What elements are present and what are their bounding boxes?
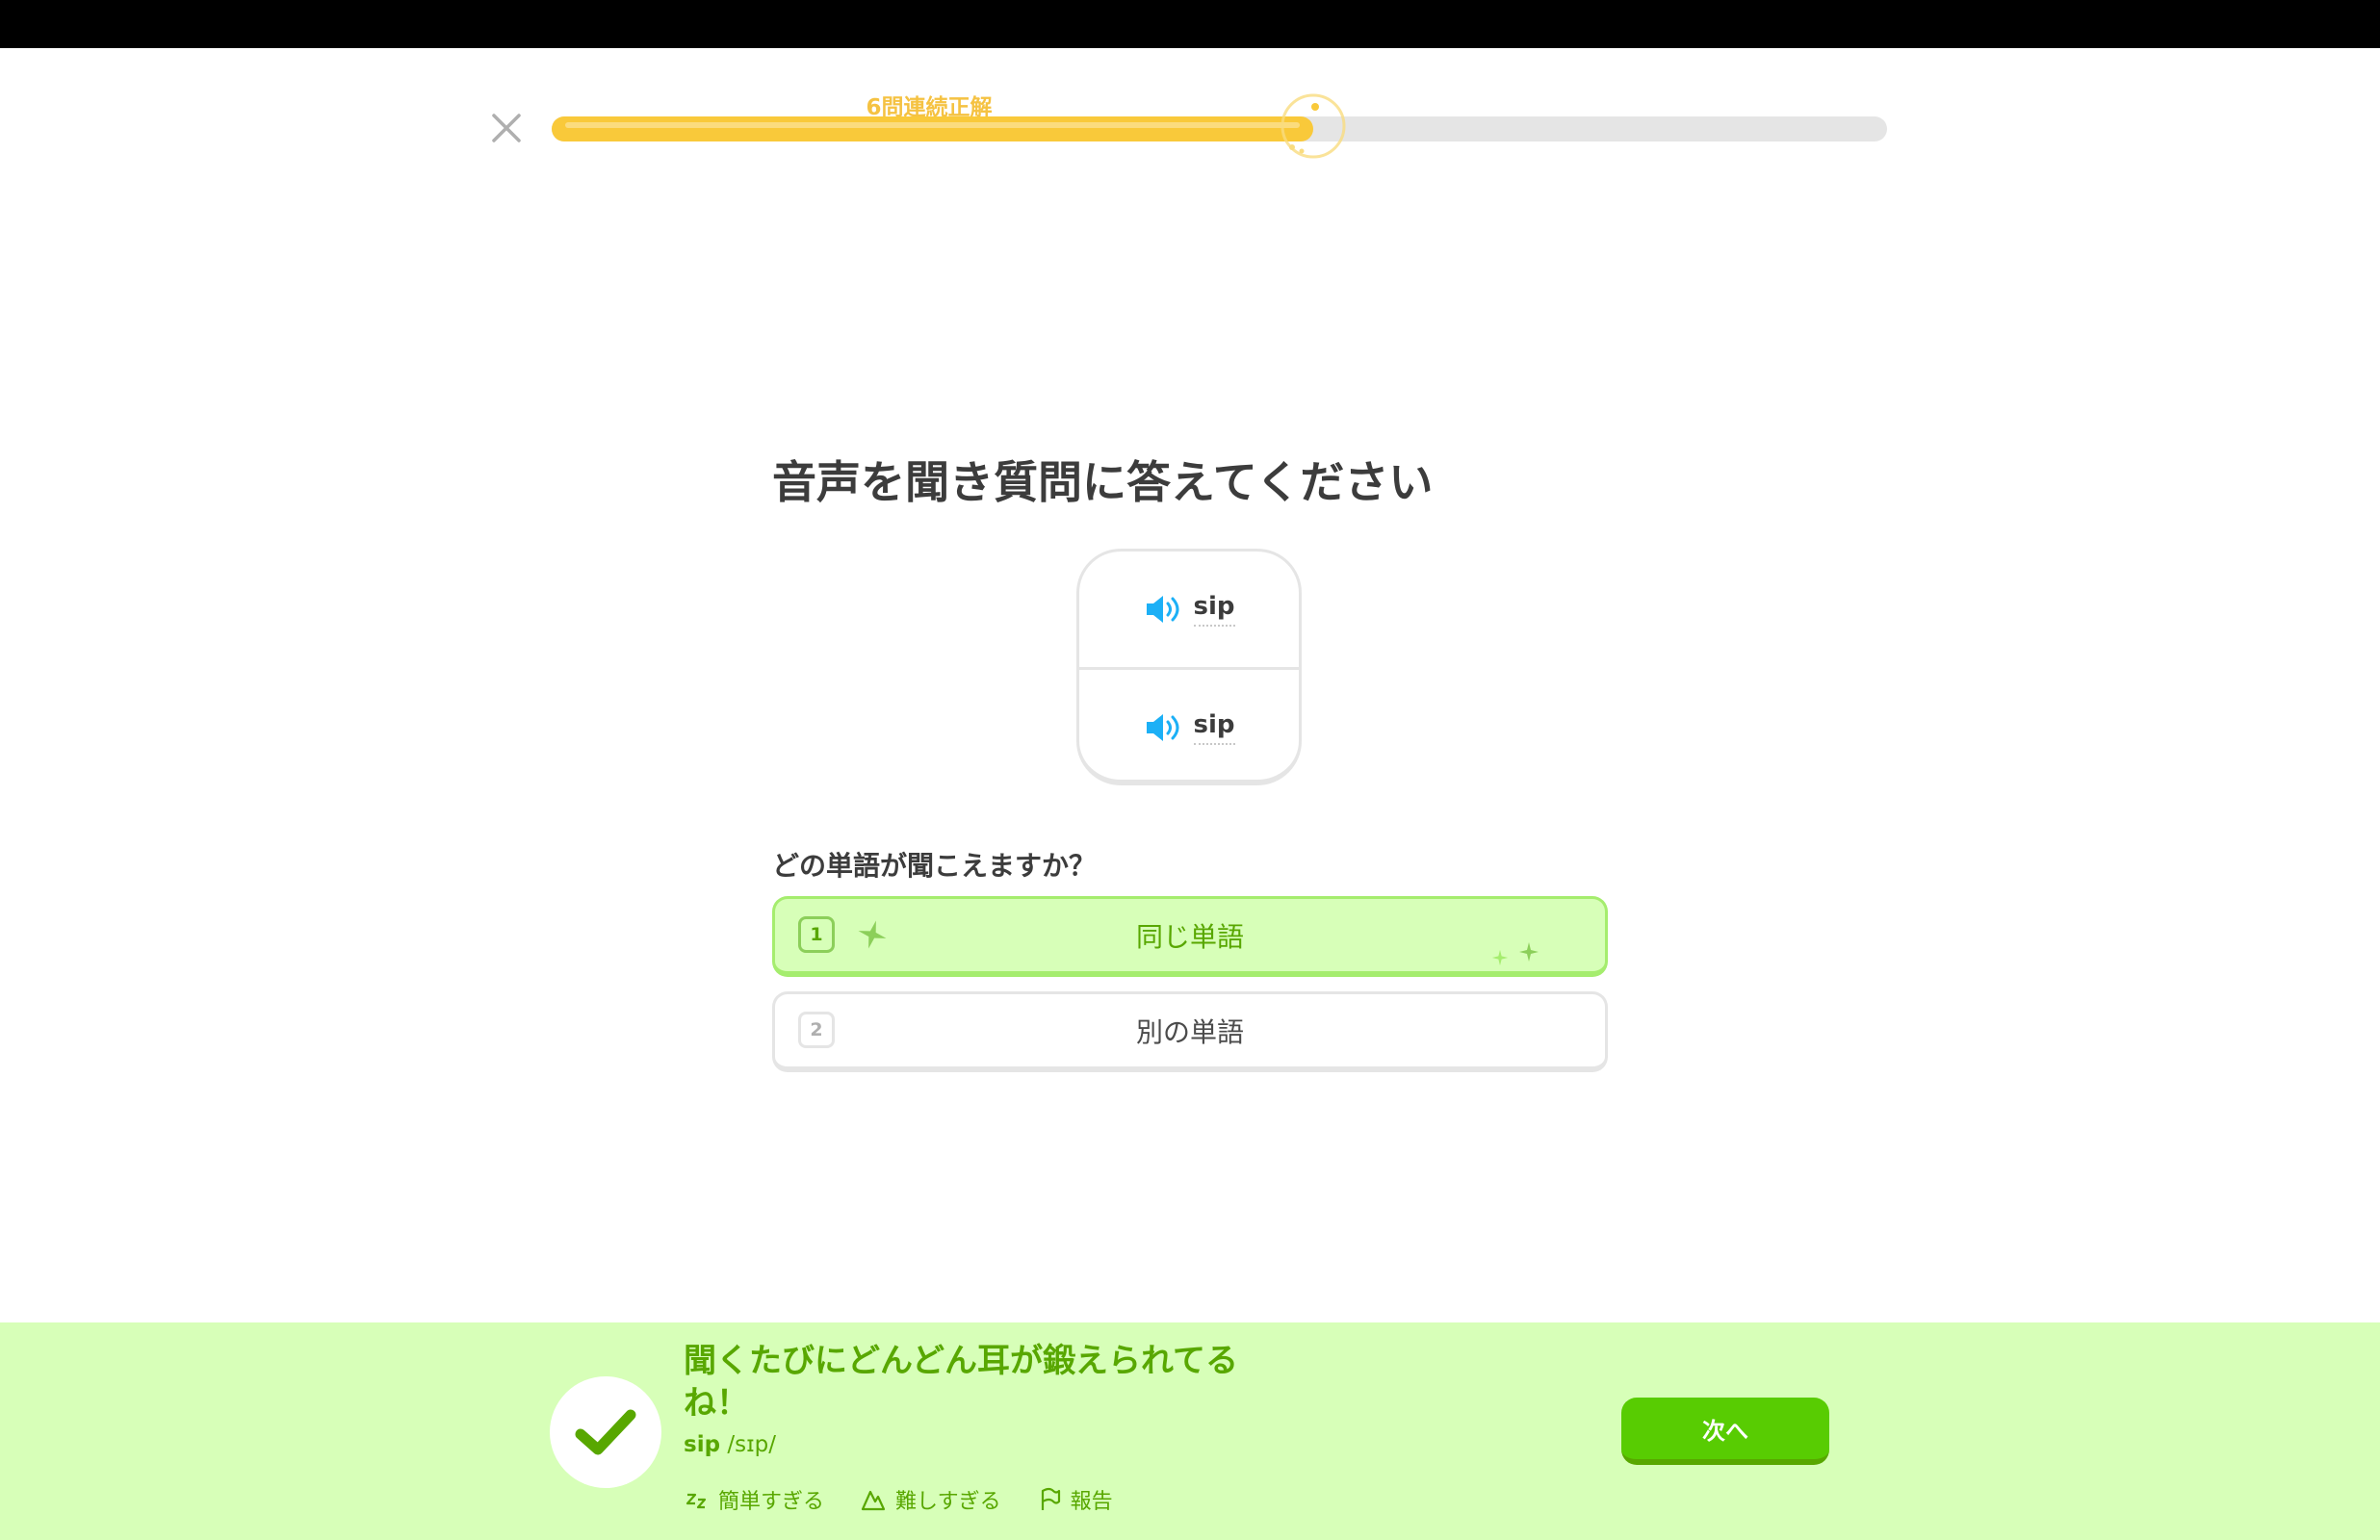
audio-pair-card: sip sip [1076, 549, 1302, 785]
speaker-icon [1146, 714, 1178, 741]
audio-button-1[interactable]: sip [1079, 552, 1299, 667]
answer-ipa: /sɪp/ [727, 1432, 776, 1457]
window-top-bar [0, 0, 2380, 48]
too-easy-label: 簡単すぎる [718, 1490, 825, 1514]
close-button[interactable] [486, 108, 527, 148]
report-label: 報告 [1070, 1490, 1113, 1514]
too-hard-label: 難しすぎる [895, 1490, 1001, 1514]
zzz-icon [686, 1493, 707, 1509]
choice-label-1: 同じ単語 [1135, 920, 1244, 953]
flag-icon [1041, 1487, 1060, 1510]
answer-word: sip [684, 1432, 721, 1457]
check-icon [575, 1409, 636, 1455]
question-title: 音声を聞き質問に答えてください [772, 456, 1434, 508]
choice-different-word[interactable]: 2 別の単語 [772, 991, 1608, 1072]
audio-word-1: sip [1193, 592, 1235, 627]
correct-badge [550, 1376, 661, 1488]
feedback-actions: 簡単すぎる 難しすぎる 報告 [686, 1484, 1113, 1515]
answer-line: sip /sɪp/ [684, 1432, 776, 1457]
report-button[interactable]: 報告 [1038, 1484, 1113, 1515]
choice-same-word[interactable]: 1 同じ単語 [772, 896, 1608, 977]
streak-burst-icon [1281, 93, 1346, 159]
mountain-icon [861, 1490, 886, 1511]
progress-shine [565, 122, 1300, 128]
lesson-progress-bar [552, 93, 1887, 159]
audio-word-2: sip [1193, 710, 1235, 745]
too-easy-button[interactable]: 簡単すぎる [686, 1484, 824, 1515]
close-icon [492, 114, 521, 142]
choice-label-2: 別の単語 [1135, 1015, 1244, 1048]
next-button[interactable]: 次へ [1621, 1398, 1829, 1465]
feedback-message: 聞くたびにどんどん耳が鍛えられてるね！ [684, 1342, 1238, 1423]
progress-fill [552, 116, 1313, 141]
audio-button-2[interactable]: sip [1079, 670, 1299, 785]
question-prompt: どの単語が聞こえますか？ [772, 850, 1097, 882]
too-hard-button[interactable]: 難しすぎる [861, 1484, 1001, 1515]
speaker-icon [1146, 596, 1178, 623]
